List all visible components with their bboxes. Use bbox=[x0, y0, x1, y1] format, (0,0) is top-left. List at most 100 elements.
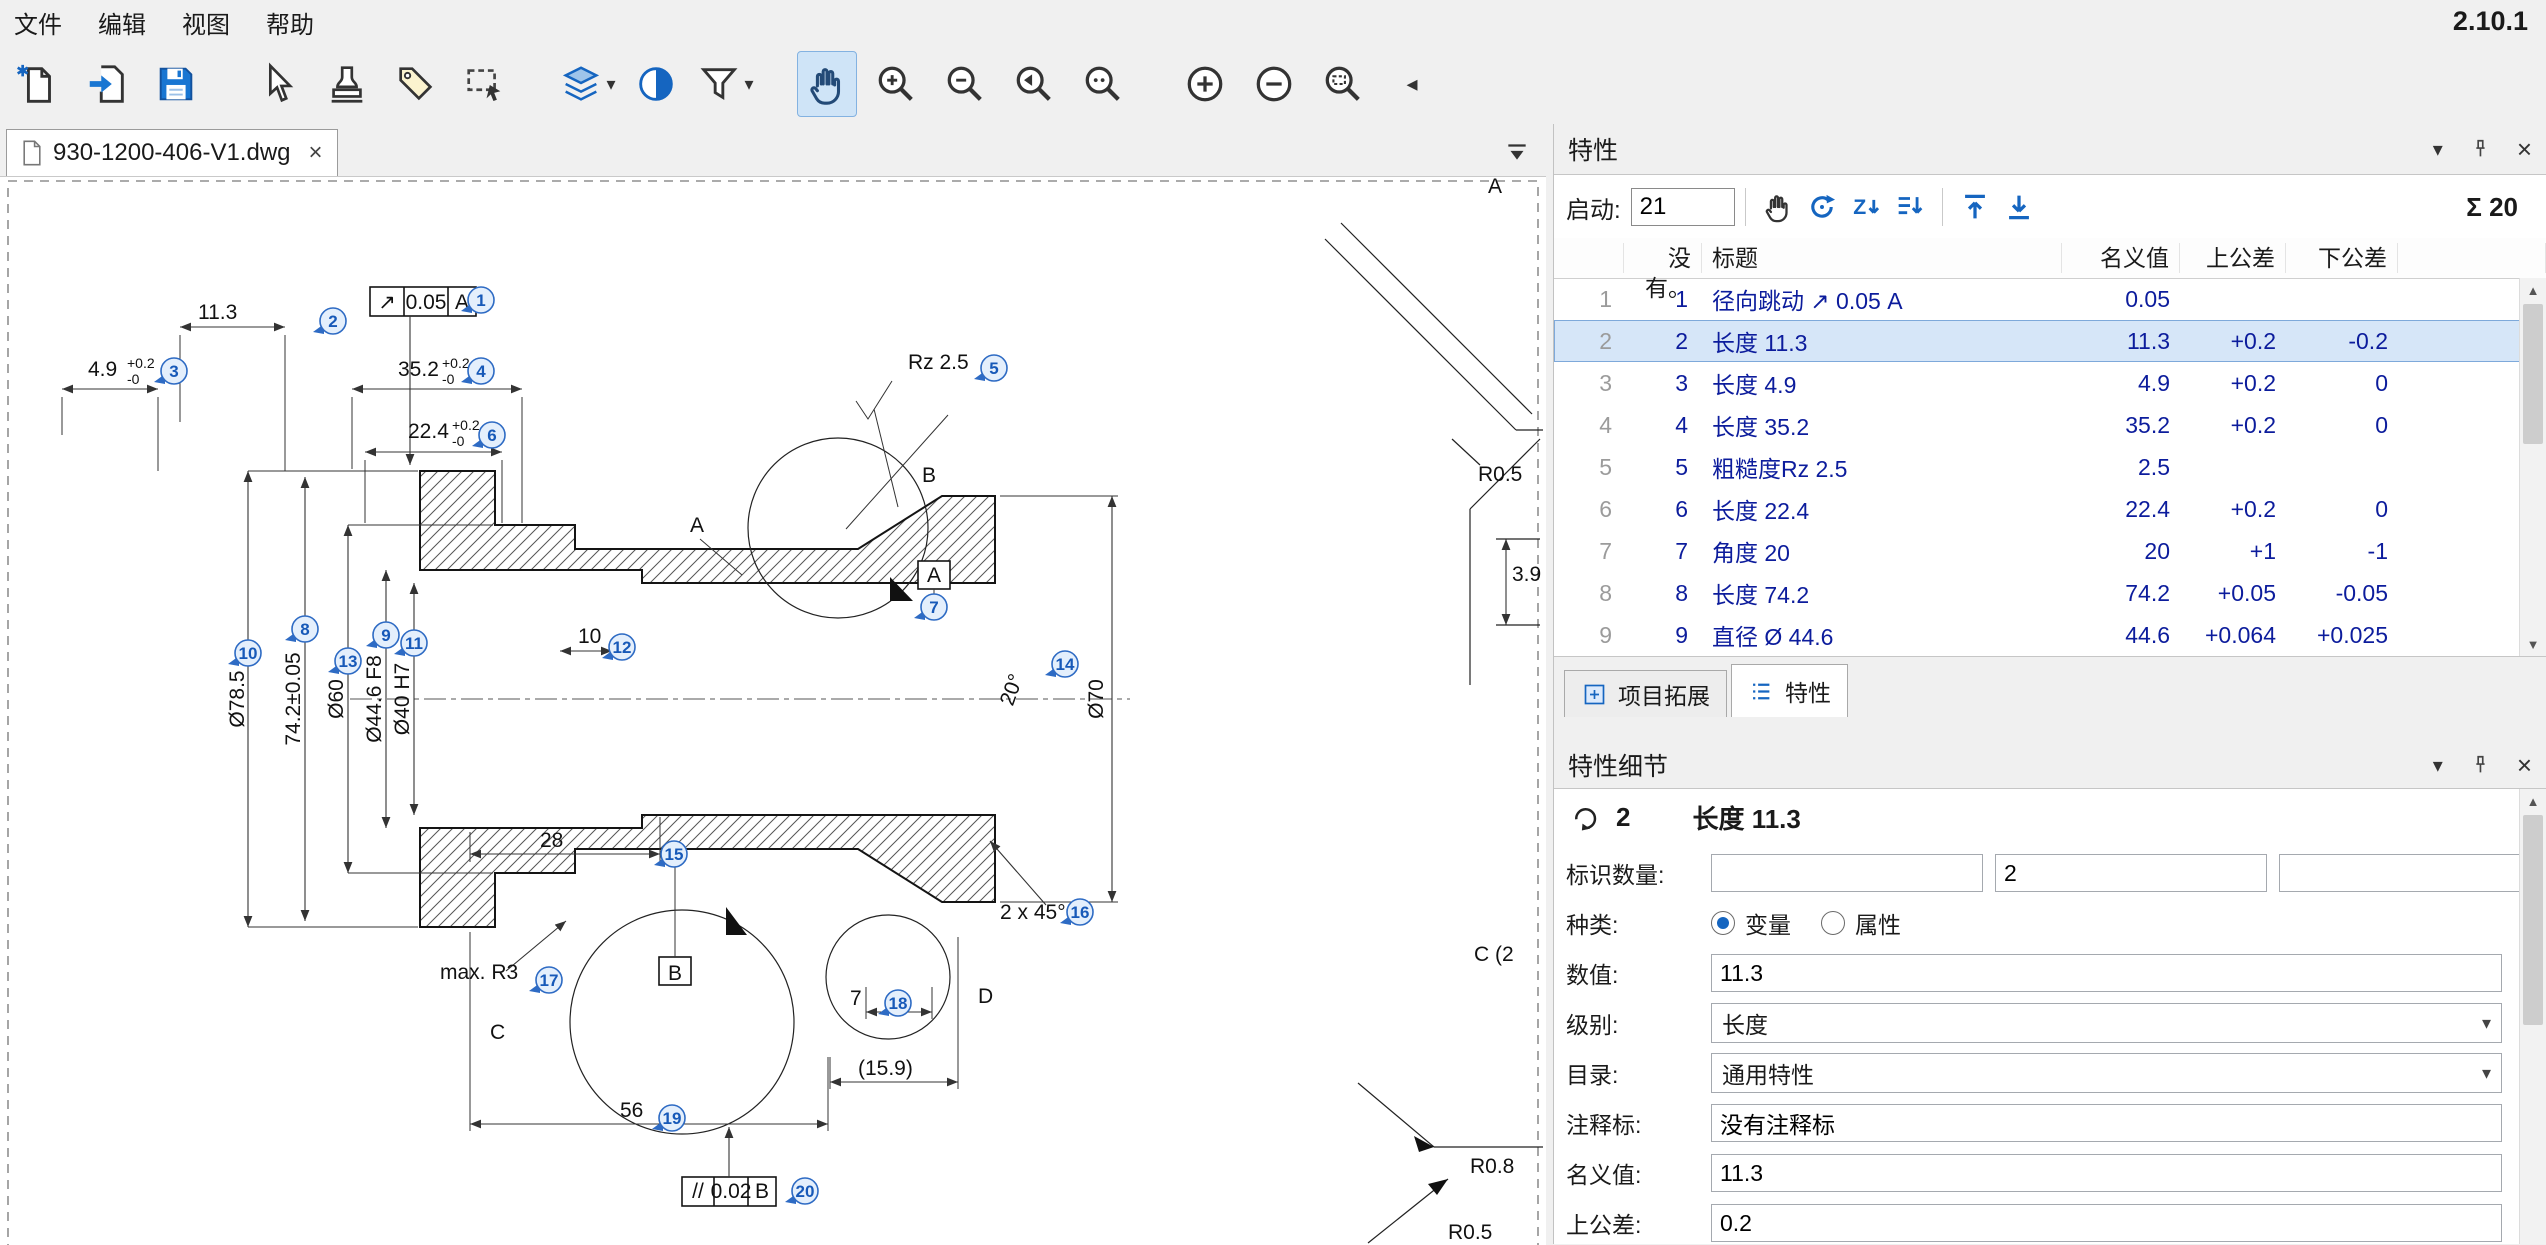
upper-tol-label: 上公差: bbox=[1566, 1206, 1711, 1240]
sort-list-button[interactable] bbox=[1888, 185, 1932, 229]
balloon-18[interactable]: 18 bbox=[878, 990, 911, 1016]
dim-text: R0.5 bbox=[1478, 463, 1522, 486]
table-row[interactable]: 11径向跳动 ↗ 0.05 A0.05 bbox=[1554, 278, 2520, 320]
select-cursor-button[interactable] bbox=[248, 51, 308, 117]
tab-close-icon[interactable]: × bbox=[309, 139, 323, 167]
pan-button[interactable] bbox=[797, 51, 857, 117]
balloon-19[interactable]: 19 bbox=[652, 1105, 685, 1131]
detail-circle-d bbox=[826, 915, 950, 1039]
sort-z-button[interactable]: Z bbox=[1844, 185, 1888, 229]
zoom-in-button[interactable] bbox=[866, 51, 926, 117]
balloon-13[interactable]: 13 bbox=[328, 648, 361, 674]
menu-help[interactable]: 帮助 bbox=[266, 5, 314, 40]
balloon-12[interactable]: 12 bbox=[602, 634, 635, 660]
balloon-8[interactable]: 8 bbox=[285, 616, 318, 642]
chevron-down-icon[interactable]: ▾ bbox=[2433, 137, 2443, 162]
level-select[interactable]: 长度 ▾ bbox=[1711, 1003, 2502, 1043]
scrollbar-thumb[interactable] bbox=[2523, 815, 2543, 1025]
decrease-button[interactable] bbox=[1244, 51, 1304, 117]
tab-project-expand[interactable]: 项目拓展 bbox=[1564, 670, 1727, 717]
document-tab[interactable]: 930-1200-406-V1.dwg × bbox=[6, 129, 338, 176]
new-document-button[interactable] bbox=[8, 51, 68, 117]
table-row[interactable]: 88长度 74.274.2+0.05-0.05 bbox=[1554, 572, 2520, 614]
refresh-button[interactable] bbox=[1800, 185, 1844, 229]
start-input[interactable] bbox=[1631, 188, 1735, 226]
more-tools-button[interactable]: ◂ bbox=[1382, 51, 1442, 117]
close-icon[interactable]: × bbox=[2517, 750, 2532, 781]
table-row[interactable]: 22长度 11.311.3+0.2-0.2 bbox=[1554, 320, 2520, 362]
open-document-button[interactable] bbox=[77, 51, 137, 117]
balloon-3[interactable]: 3 bbox=[154, 358, 187, 384]
drawing-canvas[interactable]: 11.3↗0.05A4.9+0.2-035.2+0.2-0Rz 2.522.4+… bbox=[0, 176, 1546, 1245]
zoom-window-button[interactable] bbox=[1313, 51, 1373, 117]
col-title[interactable]: 标题 bbox=[1702, 243, 2062, 273]
scroll-down-icon[interactable]: ▼ bbox=[2520, 632, 2546, 656]
balloon-17[interactable]: 17 bbox=[529, 967, 562, 993]
scrollbar-thumb[interactable] bbox=[2523, 304, 2543, 444]
table-scrollbar[interactable]: ▲ ▼ bbox=[2519, 278, 2546, 656]
dim-text: R0.8 bbox=[1470, 1155, 1514, 1178]
table-row[interactable]: 99直径 Ø 44.644.6+0.064+0.025 bbox=[1554, 614, 2520, 656]
id-count-input-2[interactable] bbox=[1995, 854, 2267, 892]
zoom-out-button[interactable] bbox=[935, 51, 995, 117]
row-upper: +0.2 bbox=[2180, 370, 2286, 397]
filter-button[interactable]: ▾ bbox=[695, 51, 755, 117]
balloon-10[interactable]: 10 bbox=[228, 640, 261, 666]
stamp-button[interactable] bbox=[317, 51, 377, 117]
menu-edit[interactable]: 编辑 bbox=[98, 5, 146, 40]
row-index: 4 bbox=[1554, 412, 1624, 439]
properties-list-icon bbox=[1748, 678, 1775, 705]
radio-variable[interactable] bbox=[1711, 911, 1735, 935]
id-count-input-1[interactable] bbox=[1711, 854, 1983, 892]
table-row[interactable]: 55粗糙度Rz 2.52.5 bbox=[1554, 446, 2520, 488]
close-icon[interactable]: × bbox=[2517, 134, 2532, 165]
chevron-down-icon[interactable]: ▾ bbox=[2433, 753, 2443, 778]
save-button[interactable] bbox=[146, 51, 206, 117]
row-no: 1 bbox=[1624, 286, 1702, 313]
note-input[interactable] bbox=[1711, 1104, 2502, 1142]
tab-list-icon[interactable] bbox=[1504, 141, 1530, 168]
scroll-up-icon[interactable]: ▲ bbox=[2520, 789, 2546, 813]
upper-tol-input[interactable] bbox=[1711, 1204, 2502, 1242]
col-no[interactable]: 没有。 bbox=[1624, 243, 1702, 273]
zoom-extents-button[interactable] bbox=[1073, 51, 1133, 117]
col-upper[interactable]: 上公差 bbox=[2180, 243, 2286, 273]
dim-text: (15.9) bbox=[858, 1057, 913, 1080]
balloon-5[interactable]: 5 bbox=[974, 355, 1007, 381]
nominal-input[interactable] bbox=[1711, 1154, 2502, 1192]
pin-icon[interactable] bbox=[2469, 754, 2491, 776]
pick-hand-button[interactable] bbox=[1756, 185, 1800, 229]
table-row[interactable]: 77角度 2020+1-1 bbox=[1554, 530, 2520, 572]
move-bottom-button[interactable] bbox=[1997, 185, 2041, 229]
menu-view[interactable]: 视图 bbox=[182, 5, 230, 40]
details-scrollbar[interactable]: ▲ bbox=[2519, 789, 2546, 1244]
zoom-previous-button[interactable] bbox=[1004, 51, 1064, 117]
balloon-14[interactable]: 14 bbox=[1045, 651, 1078, 677]
col-lower[interactable]: 下公差 bbox=[2286, 243, 2398, 273]
catalog-select[interactable]: 通用特性 ▾ bbox=[1711, 1053, 2502, 1093]
balloon-9[interactable]: 9 bbox=[366, 622, 399, 648]
display-mode-button[interactable] bbox=[626, 51, 686, 117]
col-nominal[interactable]: 名义值 bbox=[2062, 243, 2180, 273]
tag-button[interactable] bbox=[386, 51, 446, 117]
dim-text: 0.05 bbox=[406, 291, 447, 314]
row-title: 径向跳动 ↗ 0.05 A bbox=[1702, 282, 2062, 316]
table-row[interactable]: 44长度 35.235.2+0.20 bbox=[1554, 404, 2520, 446]
scroll-up-icon[interactable]: ▲ bbox=[2520, 278, 2546, 302]
value-input[interactable] bbox=[1711, 954, 2502, 992]
id-count-input-3[interactable] bbox=[2279, 854, 2546, 892]
marquee-select-button[interactable] bbox=[455, 51, 515, 117]
pin-icon[interactable] bbox=[2469, 138, 2491, 160]
tab-properties[interactable]: 特性 bbox=[1731, 664, 1848, 717]
dim-text: D bbox=[978, 985, 993, 1008]
layers-button[interactable]: ▾ bbox=[557, 51, 617, 117]
table-row[interactable]: 66长度 22.422.4+0.20 bbox=[1554, 488, 2520, 530]
move-top-button[interactable] bbox=[1953, 185, 1997, 229]
balloon-7[interactable]: 7 bbox=[914, 594, 947, 620]
balloon-2[interactable]: 2 bbox=[313, 308, 346, 334]
balloon-20[interactable]: 20 bbox=[785, 1178, 818, 1204]
radio-attribute[interactable] bbox=[1821, 911, 1845, 935]
table-row[interactable]: 33长度 4.94.9+0.20 bbox=[1554, 362, 2520, 404]
menu-file[interactable]: 文件 bbox=[14, 5, 62, 40]
increase-button[interactable] bbox=[1175, 51, 1235, 117]
